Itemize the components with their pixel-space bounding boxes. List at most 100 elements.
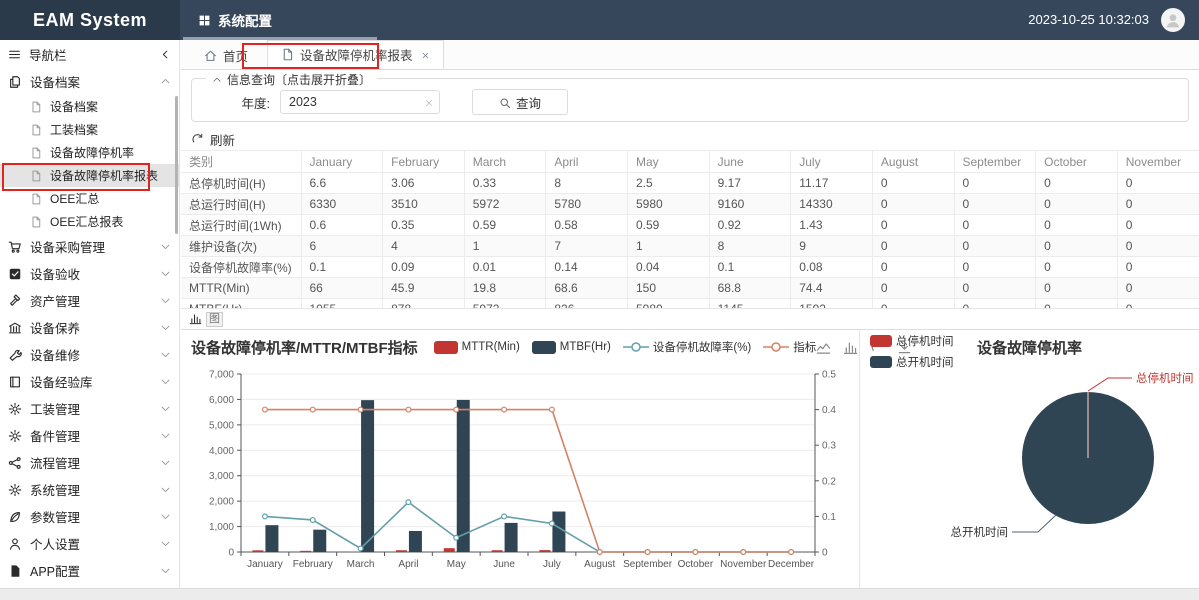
column-header: May bbox=[628, 151, 710, 173]
table-cell: 0 bbox=[872, 215, 954, 236]
sidebar-item[interactable]: 设备经验库 bbox=[0, 368, 179, 395]
sidebar-item[interactable]: 设备故障停机率报表 bbox=[0, 164, 179, 187]
chevron-down-icon[interactable] bbox=[160, 484, 171, 495]
table-cell: 1145 bbox=[709, 299, 791, 309]
sidebar-item[interactable]: 资产管理 bbox=[0, 287, 179, 314]
chevron-up-icon[interactable] bbox=[160, 76, 171, 87]
column-header: February bbox=[383, 151, 465, 173]
sidebar-item[interactable]: 设备验收 bbox=[0, 260, 179, 287]
legend-item[interactable]: MTBF(Hr) bbox=[532, 341, 611, 354]
table-cell: 设备停机故障率(%) bbox=[181, 257, 301, 278]
sidebar-item-label: 设备维修 bbox=[30, 345, 160, 364]
avatar[interactable] bbox=[1161, 8, 1185, 32]
sidebar-item[interactable]: OEE汇总报表 bbox=[0, 210, 179, 233]
chevron-down-icon[interactable] bbox=[160, 457, 171, 468]
sidebar-item[interactable]: 流程管理 bbox=[0, 449, 179, 476]
file-solid-icon bbox=[8, 564, 22, 578]
check-square-icon bbox=[8, 267, 22, 281]
chevron-down-icon[interactable] bbox=[160, 565, 171, 576]
query-panel-header[interactable]: 信息查询〔点击展开折叠〕 bbox=[206, 71, 377, 88]
sidebar-item[interactable]: 工装管理 bbox=[0, 395, 179, 422]
table-row: 总运行时间(H)63303510597257805980916014330000… bbox=[181, 194, 1199, 215]
legend-item[interactable]: 设备停机故障率(%) bbox=[623, 339, 751, 355]
sidebar-item[interactable]: 设备故障停机率 bbox=[0, 141, 179, 164]
column-header: 类别 bbox=[181, 151, 301, 173]
pie-chart[interactable]: 总停机时间总开机时间 bbox=[860, 358, 1199, 584]
close-icon[interactable] bbox=[424, 98, 434, 108]
chart-line-icon[interactable] bbox=[816, 340, 831, 355]
sidebar-item[interactable]: APP配置 bbox=[0, 557, 179, 584]
sidebar-item[interactable]: 系统管理 bbox=[0, 476, 179, 503]
table-cell: 1 bbox=[464, 236, 546, 257]
chevron-down-icon[interactable] bbox=[160, 268, 171, 279]
chevron-down-icon[interactable] bbox=[160, 349, 171, 360]
search-button[interactable]: 查询 bbox=[472, 89, 568, 115]
chevron-down-icon[interactable] bbox=[160, 538, 171, 549]
tab-report-active[interactable]: 设备故障停机率报表 bbox=[267, 40, 444, 69]
table-cell: 68.8 bbox=[709, 278, 791, 299]
chart-tab-label[interactable]: 图 bbox=[206, 312, 223, 327]
legend-item[interactable]: MTTR(Min) bbox=[434, 341, 520, 354]
table-cell: 3.06 bbox=[383, 173, 465, 194]
sidebar-item-label: 流程管理 bbox=[30, 453, 160, 472]
table-cell: 0 bbox=[1117, 194, 1199, 215]
search-icon bbox=[499, 95, 511, 109]
combo-chart-legend: MTTR(Min) MTBF(Hr) 设备停机故障率(%) 指标 bbox=[434, 339, 817, 355]
bar-chart-icon bbox=[189, 310, 202, 328]
table-cell: 1 bbox=[628, 236, 710, 257]
table-cell: 0 bbox=[1036, 299, 1118, 309]
sidebar-scrollbar[interactable] bbox=[175, 96, 178, 234]
legend-item[interactable]: 指标 bbox=[763, 339, 816, 355]
sidebar-item[interactable]: 设备维修 bbox=[0, 341, 179, 368]
sidebar-item-label: 设备采购管理 bbox=[30, 237, 160, 256]
chevron-down-icon[interactable] bbox=[160, 511, 171, 522]
year-input[interactable] bbox=[280, 90, 440, 114]
year-field bbox=[280, 90, 440, 114]
combo-chart[interactable]: 01,0002,0003,0004,0005,0006,0007,00000.1… bbox=[181, 360, 859, 586]
bank-icon bbox=[8, 321, 22, 335]
sidebar-item[interactable]: 设备档案 bbox=[0, 68, 179, 95]
sidebar-item-label: 工装管理 bbox=[30, 399, 160, 418]
close-icon[interactable] bbox=[421, 51, 430, 60]
top-menu-item-system-config[interactable]: 系统配置 bbox=[198, 0, 272, 40]
doc-icon bbox=[30, 193, 42, 205]
chart-tab-strip[interactable]: 图 bbox=[181, 308, 1199, 330]
svg-text:0.1: 0.1 bbox=[822, 512, 836, 523]
sidebar-item[interactable]: 工装档案 bbox=[0, 118, 179, 141]
doc-icon bbox=[30, 101, 42, 113]
sidebar-item[interactable]: 参数管理 bbox=[0, 503, 179, 530]
svg-text:总停机时间: 总停机时间 bbox=[1136, 371, 1194, 385]
tab-close-icon[interactable] bbox=[421, 48, 430, 62]
tab-home[interactable]: 首页 bbox=[191, 41, 261, 69]
sidebar-item-label: 设备保养 bbox=[30, 318, 160, 337]
sidebar-item[interactable]: OEE汇总 bbox=[0, 187, 179, 210]
chevron-down-icon[interactable] bbox=[160, 403, 171, 414]
sidebar-nav-header[interactable]: 导航栏 bbox=[0, 40, 179, 68]
chevron-down-icon[interactable] bbox=[160, 241, 171, 252]
clear-input-icon[interactable] bbox=[424, 94, 434, 112]
tab-label: 设备故障停机率报表 bbox=[300, 45, 413, 64]
app-logo: EAM System bbox=[0, 0, 180, 40]
sidebar-item[interactable]: 个人设置 bbox=[0, 530, 179, 557]
chevron-down-icon[interactable] bbox=[160, 322, 171, 333]
table-cell: 7 bbox=[546, 236, 628, 257]
sidebar-item[interactable]: 设备采购管理 bbox=[0, 233, 179, 260]
svg-text:4,000: 4,000 bbox=[209, 446, 234, 457]
table-cell: 0 bbox=[872, 299, 954, 309]
chevron-up-icon bbox=[212, 75, 222, 85]
combo-chart-panel: 设备故障停机率/MTTR/MTBF指标 MTTR(Min)MTBF(Hr)设备停… bbox=[181, 330, 859, 588]
search-button-label: 查询 bbox=[516, 93, 541, 112]
chevron-down-icon[interactable] bbox=[160, 376, 171, 387]
sidebar-item[interactable]: 备件管理 bbox=[0, 422, 179, 449]
chevron-down-icon[interactable] bbox=[160, 430, 171, 441]
sidebar-item[interactable]: 设备档案 bbox=[0, 95, 179, 118]
table-cell: 0 bbox=[872, 194, 954, 215]
refresh-button[interactable]: 刷新 bbox=[191, 130, 235, 148]
sidebar-item[interactable]: 设备保养 bbox=[0, 314, 179, 341]
table-cell: 0 bbox=[1117, 257, 1199, 278]
chevron-up-icon bbox=[212, 73, 222, 87]
chevron-down-icon[interactable] bbox=[160, 295, 171, 306]
chevron-left-icon[interactable] bbox=[160, 47, 171, 61]
chart-bar-icon[interactable] bbox=[843, 340, 858, 355]
sidebar-item-label: 设备故障停机率报表 bbox=[50, 167, 171, 184]
